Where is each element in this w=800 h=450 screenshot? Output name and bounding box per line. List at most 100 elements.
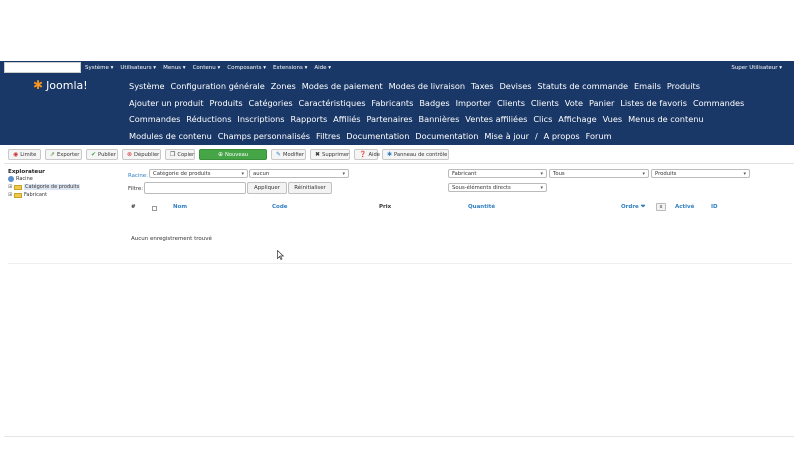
nav-item[interactable]: Importer xyxy=(456,98,492,108)
nav-item[interactable]: Produits xyxy=(209,98,242,108)
nav-item[interactable]: Badges xyxy=(419,98,449,108)
caret-down-icon: ▾ xyxy=(342,171,345,177)
parent-select-value: aucun xyxy=(253,170,270,177)
tree-node-categorie[interactable]: ⊞ Catégorie de produits xyxy=(8,183,120,191)
column-active[interactable]: Activé xyxy=(675,204,694,210)
nav-item[interactable]: Clics xyxy=(533,114,552,124)
filter-input[interactable] xyxy=(144,182,246,194)
nav-item[interactable]: Caractéristiques xyxy=(299,98,366,108)
save-order-button[interactable]: x xyxy=(656,203,666,211)
panneau-button[interactable]: ✱ Panneau de contrôle xyxy=(382,149,449,160)
depublier-button[interactable]: ⊗ Dépublier xyxy=(122,149,161,160)
nouveau-button[interactable]: ⊕ Nouveau xyxy=(199,149,267,160)
menu-aide[interactable]: Aide ▾ xyxy=(314,65,331,71)
nav-item[interactable]: Ventes affiliées xyxy=(465,114,527,124)
depth-select[interactable]: Sous-éléments directs ▾ xyxy=(448,183,547,192)
nav-item[interactable]: Mise à jour xyxy=(484,131,529,141)
nav-item[interactable]: Panier xyxy=(589,98,614,108)
supprimer-button[interactable]: ✖ Supprimer xyxy=(310,149,350,160)
plus-icon: ⊕ xyxy=(217,151,223,158)
joomla-logo[interactable]: ✱ Joomla! xyxy=(33,78,88,92)
category-select[interactable]: Catégorie de produits ▾ xyxy=(149,169,248,178)
nav-item[interactable]: Champs personnalisés xyxy=(218,131,310,141)
limite-button[interactable]: ◉ Limite xyxy=(8,149,41,160)
column-code[interactable]: Code xyxy=(272,204,287,210)
reinitialiser-button[interactable]: Réinitialiser xyxy=(288,182,332,194)
tree-node-fabricant[interactable]: ⊞ Fabricant xyxy=(8,191,120,199)
nav-item[interactable]: Modes de paiement xyxy=(302,81,383,91)
nav-item[interactable]: Statuts de commande xyxy=(537,81,628,91)
tree-node-label: Fabricant xyxy=(24,192,48,198)
menu-extensions[interactable]: Extensions ▾ xyxy=(273,65,307,71)
nav-item[interactable]: Emails xyxy=(634,81,661,91)
user-menu[interactable]: Super Utilisateur ▾ xyxy=(731,61,782,74)
supprimer-label: Supprimer xyxy=(322,151,350,158)
tree-root-label: Racine xyxy=(16,176,33,182)
appliquer-button[interactable]: Appliquer xyxy=(247,182,287,194)
exporter-label: Exporter xyxy=(57,151,80,158)
copy-icon: ❐ xyxy=(170,151,176,158)
folder-icon xyxy=(14,192,22,198)
fabricant-select[interactable]: Fabricant ▾ xyxy=(448,169,547,178)
exporter-button[interactable]: ⇗ Exporter xyxy=(45,149,82,160)
copier-button[interactable]: ❐ Copier xyxy=(165,149,195,160)
tree-root[interactable]: Racine xyxy=(8,175,120,183)
nav-item[interactable]: Clients xyxy=(531,98,559,108)
nav-item[interactable]: Taxes xyxy=(471,81,494,91)
column-nom[interactable]: Nom xyxy=(173,204,187,210)
select-all-checkbox[interactable] xyxy=(152,206,157,211)
nav-item[interactable]: Filtres xyxy=(316,131,340,141)
nav-item[interactable]: Modules de contenu xyxy=(129,131,212,141)
publier-button[interactable]: ✔ Publier xyxy=(86,149,118,160)
nav-item[interactable]: Clients xyxy=(497,98,525,108)
nav-item[interactable]: Système xyxy=(129,81,165,91)
limite-label: Limite xyxy=(20,151,37,158)
nav-item[interactable]: Affiliés xyxy=(333,114,360,124)
nav-item[interactable]: Forum xyxy=(586,131,612,141)
tree-node-label: Catégorie de produits xyxy=(24,184,81,190)
menu-contenu[interactable]: Contenu ▾ xyxy=(193,65,221,71)
column-ordre[interactable]: Ordre ❤ xyxy=(621,204,645,210)
nav-item[interactable]: Commandes xyxy=(693,98,744,108)
nav-item[interactable]: Documentation xyxy=(346,131,409,141)
aide-button[interactable]: ❓ Aide xyxy=(354,149,380,160)
nav-item[interactable]: Menus de contenu xyxy=(628,114,704,124)
toolbar-divider xyxy=(4,163,794,164)
joomla-icon: ✱ xyxy=(33,78,44,92)
component-nav: Système Configuration générale Zones Mod… xyxy=(129,78,781,144)
type-select[interactable]: Produits ▾ xyxy=(651,169,750,178)
modifier-button[interactable]: ✎ Modifier xyxy=(271,149,306,160)
nav-item[interactable]: Catégories xyxy=(249,98,293,108)
site-search-box[interactable] xyxy=(4,62,81,73)
menu-composants[interactable]: Composants ▾ xyxy=(227,65,266,71)
column-id[interactable]: ID xyxy=(711,204,718,210)
menu-systeme[interactable]: Système ▾ xyxy=(85,65,113,71)
racine-label[interactable]: Racine: xyxy=(128,173,148,179)
nav-item[interactable]: Modes de livraison xyxy=(389,81,466,91)
nav-item[interactable]: Devises xyxy=(499,81,531,91)
column-quantite[interactable]: Quantité xyxy=(468,204,495,210)
nav-item[interactable]: Vote xyxy=(565,98,583,108)
nav-item[interactable]: Documentation xyxy=(415,131,478,141)
nav-item[interactable]: Ajouter un produit xyxy=(129,98,204,108)
nav-item[interactable]: Partenaires xyxy=(366,114,412,124)
nav-item[interactable]: Réductions xyxy=(186,114,231,124)
nav-item[interactable]: Rapports xyxy=(290,114,327,124)
menu-utilisateurs[interactable]: Utilisateurs ▾ xyxy=(120,65,156,71)
nav-item[interactable]: Listes de favoris xyxy=(620,98,687,108)
nav-item[interactable]: Produits xyxy=(667,81,700,91)
nav-item[interactable]: Affichage xyxy=(558,114,596,124)
nav-item[interactable]: Configuration générale xyxy=(170,81,264,91)
nav-item[interactable]: A propos xyxy=(544,131,580,141)
nav-item[interactable]: Vues xyxy=(603,114,623,124)
nav-item[interactable]: Commandes xyxy=(129,114,180,124)
status-select[interactable]: Tous ▾ xyxy=(549,169,649,178)
menu-menus[interactable]: Menus ▾ xyxy=(163,65,185,71)
status-select-value: Tous xyxy=(553,170,565,177)
nav-item[interactable]: Zones xyxy=(271,81,296,91)
parent-select[interactable]: aucun ▾ xyxy=(249,169,349,178)
nav-item[interactable]: Bannières xyxy=(419,114,460,124)
nav-item[interactable]: Fabricants xyxy=(371,98,413,108)
nav-item[interactable]: Inscriptions xyxy=(237,114,284,124)
caret-down-icon: ▾ xyxy=(540,171,543,177)
